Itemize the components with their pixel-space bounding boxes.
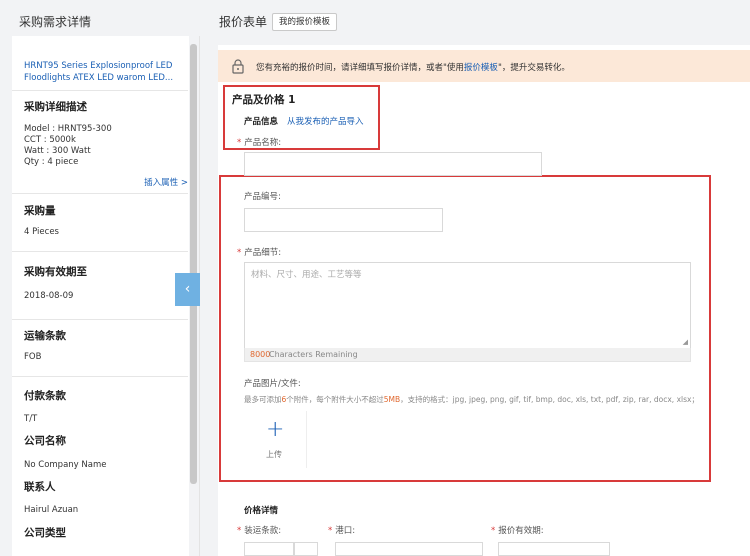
char-counter: 8000 Characters Remaining <box>244 348 691 362</box>
validity-title: 采购有效期至 <box>24 266 87 278</box>
char-count: 8000 <box>250 350 271 359</box>
desc-line: Qty : 4 piece <box>24 157 79 167</box>
import-product-link[interactable]: 从我发布的产品导入 <box>287 115 364 127</box>
desc-title: 采购详细描述 <box>24 101 87 113</box>
desc-line: Model : HRNT95-300 <box>24 124 112 134</box>
quote-validity-input[interactable] <box>498 542 610 556</box>
product-code-input[interactable] <box>244 208 443 232</box>
product-name-label: * 产品名称: <box>237 138 282 148</box>
purchase-detail-panel: HRNT95 Series Explosionproof LED Floodli… <box>12 36 200 556</box>
company-type-title: 公司类型 <box>24 527 66 539</box>
left-panel-title: 采购需求详情 <box>19 15 92 29</box>
shipping-terms-select[interactable] <box>244 542 294 556</box>
product-name-input[interactable] <box>244 152 542 176</box>
contact-title: 联系人 <box>24 481 56 493</box>
payment-title: 付款条款 <box>24 390 66 402</box>
port-label: * 港口: <box>328 526 356 536</box>
company-value: No Company Name <box>24 460 107 470</box>
insert-attribute-link[interactable]: 插入属性 > <box>144 176 188 188</box>
notice-bar: 您有充裕的报价时间，请详细填写报价详情，或者"使用报价模板"，提升交易转化。 <box>218 50 750 82</box>
company-title: 公司名称 <box>24 435 66 447</box>
product-detail-label: * 产品细节: <box>237 248 282 258</box>
shipping-value: FOB <box>24 352 42 362</box>
collapse-panel-button[interactable]: ‹ <box>175 273 200 306</box>
upload-hint: 最多可添加6个附件，每个附件大小不超过5MB，支持的格式：jpg, jpeg, … <box>244 395 699 404</box>
desc-line: CCT : 5000k <box>24 135 76 145</box>
payment-value: T/T <box>24 414 38 424</box>
product-detail-textarea[interactable]: 材料、尺寸、用途、工艺等等 ◢ <box>244 262 691 349</box>
upload-button[interactable]: + 上传 <box>244 411 307 468</box>
quote-validity-label: * 报价有效期: <box>491 526 544 536</box>
plus-icon: + <box>266 417 285 442</box>
qty-section: 采购量 4 Pieces <box>12 193 188 251</box>
shipping-title: 运输条款 <box>24 330 66 342</box>
qty-title: 采购量 <box>24 205 56 217</box>
left-header: 采购需求详情 <box>0 0 200 36</box>
qty-value: 4 Pieces <box>24 227 59 237</box>
my-quote-template-button[interactable]: 我的报价模板 <box>272 13 338 31</box>
shipping-section: 运输条款 FOB <box>12 319 188 376</box>
shipping-terms-label: * 装运条款: <box>237 526 282 536</box>
product-image-label: 产品图片/文件: <box>244 379 301 389</box>
contact-value: Hairul Azuan <box>24 505 79 515</box>
price-detail-title: 价格详情 <box>244 506 279 516</box>
shipping-terms-select-arrow[interactable] <box>294 542 318 556</box>
char-count-label: Characters Remaining <box>269 350 358 359</box>
notice-text: 您有充裕的报价时间，请详细填写报价详情，或者"使用报价模板"，提升交易转化。 <box>256 63 570 73</box>
payment-section: 付款条款 T/T 公司名称 No Company Name 联系人 Hairul… <box>12 376 188 556</box>
section-title: 产品及价格 1 <box>232 94 296 106</box>
resize-handle-icon[interactable]: ◢ <box>683 338 688 346</box>
validity-section: 采购有效期至 2018-08-09 <box>12 251 188 319</box>
product-link[interactable]: HRNT95 Series Explosionproof LED Floodli… <box>24 60 182 84</box>
lock-icon <box>232 59 244 74</box>
port-input[interactable] <box>335 542 483 556</box>
scrollbar-thumb[interactable] <box>190 44 197 484</box>
product-info-label: 产品信息 <box>244 117 279 127</box>
quote-form-title: 报价表单 <box>219 15 268 29</box>
desc-line: Watt : 300 Watt <box>24 146 91 156</box>
validity-value: 2018-08-09 <box>24 291 74 301</box>
detail-placeholder: 材料、尺寸、用途、工艺等等 <box>251 270 362 280</box>
quote-template-link[interactable]: 报价模板 <box>464 63 498 73</box>
upload-label: 上传 <box>266 450 282 459</box>
product-code-label: 产品编号: <box>244 192 281 202</box>
